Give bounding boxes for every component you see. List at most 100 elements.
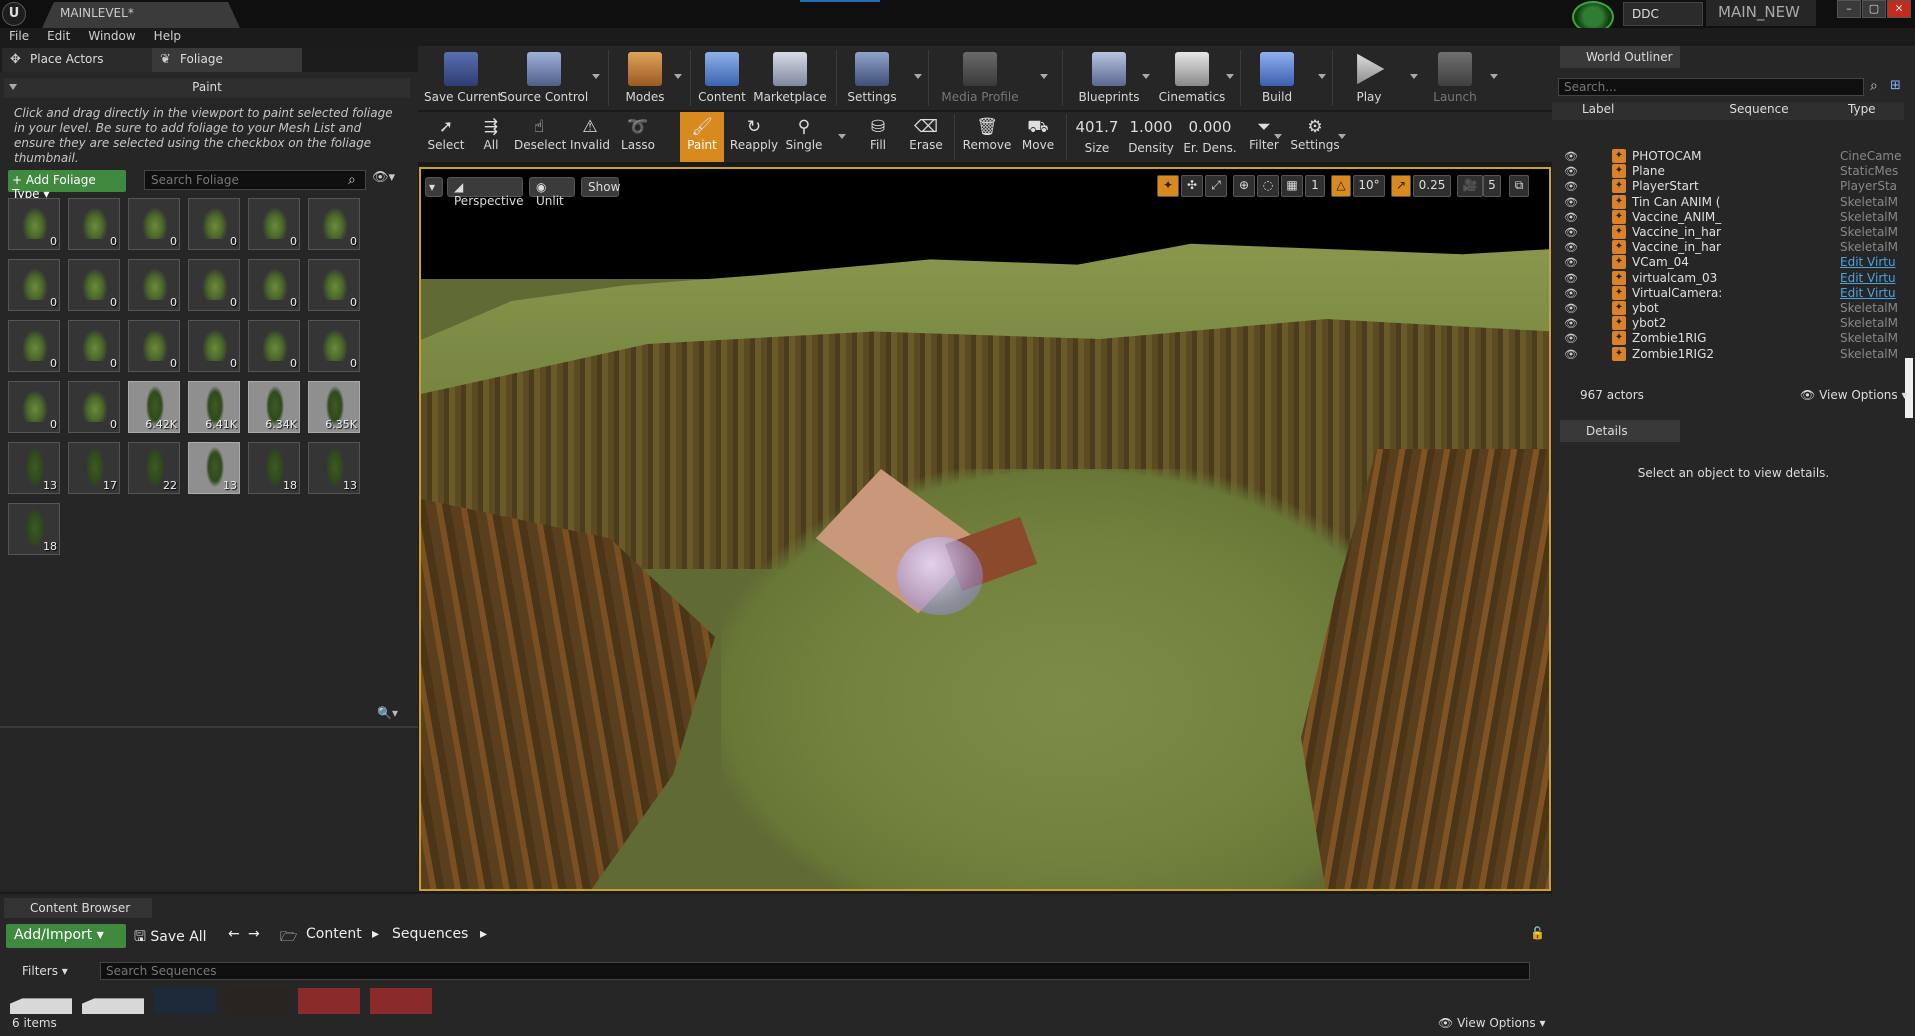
foliage-type-tile[interactable]: 0	[128, 259, 180, 311]
unreal-logo-icon[interactable]: U	[2, 2, 26, 26]
visibility-eye-icon[interactable]: 👁	[1564, 165, 1578, 178]
scale-snap-icon[interactable]: ↗	[1391, 175, 1411, 197]
select-all-button[interactable]: ⇶ All	[472, 112, 510, 162]
foliage-type-tile[interactable]: 0	[8, 320, 60, 372]
folder-icon[interactable]: 🗁	[280, 926, 297, 950]
foliage-type-tile[interactable]: 0	[248, 320, 300, 372]
foliage-type-tile[interactable]: 0	[128, 198, 180, 250]
settings-dropdown-icon[interactable]	[1338, 134, 1346, 139]
media-profile-button[interactable]: Media Profile	[934, 46, 1026, 110]
foliage-type-tile[interactable]: 0	[8, 198, 60, 250]
foliage-settings-button[interactable]: ⚙ Settings	[1286, 112, 1344, 162]
foliage-type-tile[interactable]: 18	[8, 503, 60, 555]
zoom-icon[interactable]: 🔍▾	[377, 706, 407, 722]
foliage-type-tile[interactable]: 6.35K	[308, 381, 360, 433]
foliage-type-tile[interactable]: 13	[188, 442, 240, 494]
settings-dropdown-icon[interactable]	[914, 74, 922, 79]
menu-edit[interactable]: Edit	[38, 28, 79, 44]
foliage-type-tile[interactable]: 17	[68, 442, 120, 494]
menu-file[interactable]: File	[0, 28, 38, 44]
visibility-eye-icon[interactable]: 👁	[1564, 317, 1578, 330]
foliage-type-tile[interactable]: 6.41K	[188, 381, 240, 433]
breadcrumb-sequences[interactable]: Sequences	[392, 926, 468, 942]
foliage-type-tile[interactable]: 6.42K	[128, 381, 180, 433]
outliner-search-input[interactable]: Search...	[1558, 78, 1864, 96]
single-instance-button[interactable]: ⚲ Single	[782, 112, 826, 162]
foliage-type-tile[interactable]: 13	[8, 442, 60, 494]
foliage-type-tile[interactable]: 0	[188, 320, 240, 372]
sequence-thumbnail[interactable]	[226, 988, 288, 1014]
fill-tool-button[interactable]: ⛁ Fill	[858, 112, 898, 162]
tab-details[interactable]: Details	[1560, 420, 1680, 442]
erase-density-field[interactable]: 0.000 Er. Dens.	[1180, 112, 1240, 162]
rotation-snap-icon[interactable]: △	[1331, 175, 1351, 197]
add-foliage-type-button[interactable]: + Add Foliage Type ▾	[8, 170, 126, 201]
folder-thumbnail[interactable]	[10, 998, 72, 1014]
column-sequence[interactable]: Sequence	[1714, 102, 1804, 120]
foliage-type-tile[interactable]: 22	[128, 442, 180, 494]
source-control-dropdown-icon[interactable]	[592, 74, 600, 79]
scale-snap-value[interactable]: 0.25	[1413, 175, 1451, 197]
maximize-button[interactable]: ▢	[1862, 0, 1886, 18]
forward-arrow-icon[interactable]: →	[248, 926, 260, 942]
maximize-viewport-icon[interactable]: ⧉	[1509, 175, 1529, 197]
source-control-button[interactable]: Source Control	[498, 46, 590, 110]
foliage-type-tile[interactable]: 0	[248, 259, 300, 311]
density-field[interactable]: 1.000 Density	[1126, 112, 1176, 162]
foliage-type-tile[interactable]: 0	[8, 381, 60, 433]
visibility-eye-icon[interactable]: 👁▾	[372, 170, 400, 190]
visibility-eye-icon[interactable]: 👁	[1564, 256, 1578, 269]
paint-section-header[interactable]: Paint	[4, 78, 410, 98]
breadcrumb-separator-icon[interactable]: ▸	[372, 926, 379, 942]
back-arrow-icon[interactable]: ←	[228, 926, 240, 942]
outliner-options-icon[interactable]: ⊞	[1890, 78, 1901, 93]
breadcrumb-content[interactable]: Content	[306, 926, 362, 942]
add-import-button[interactable]: Add/Import ▾	[6, 924, 126, 948]
filters-button[interactable]: Filters ▾	[22, 964, 68, 978]
move-button[interactable]: ⛟ Move	[1016, 112, 1060, 162]
play-button[interactable]: Play	[1336, 46, 1402, 110]
brush-size-field[interactable]: 401.7 Size	[1072, 112, 1122, 162]
deselect-button[interactable]: ☝ Deselect	[514, 112, 566, 162]
search-icon[interactable]: ⌕	[1870, 78, 1878, 94]
visibility-eye-icon[interactable]: 👁	[1564, 287, 1578, 300]
menu-help[interactable]: Help	[145, 28, 190, 44]
filter-dropdown-icon[interactable]	[1274, 134, 1282, 139]
content-search-input[interactable]: Search Sequences	[100, 962, 1530, 980]
grid-snap-value[interactable]: 1	[1305, 175, 1325, 197]
level-viewport[interactable]: ▾ ◢ Perspective ◉ Unlit Show ✦ ✣ ⤢ ⊕ ◌ ▦…	[419, 167, 1551, 891]
foliage-type-tile[interactable]: 0	[308, 259, 360, 311]
content-button[interactable]: Content	[694, 46, 750, 110]
visibility-eye-icon[interactable]: 👁	[1564, 348, 1578, 361]
modes-dropdown-icon[interactable]	[674, 74, 682, 79]
foliage-type-tile[interactable]: 0	[68, 259, 120, 311]
foliage-search-input[interactable]: Search Foliage	[144, 170, 366, 190]
show-button[interactable]: Show	[581, 177, 620, 197]
visibility-eye-icon[interactable]: 👁	[1564, 241, 1578, 254]
foliage-type-tile[interactable]: 0	[308, 198, 360, 250]
tab-world-outliner[interactable]: World Outliner	[1560, 46, 1680, 68]
lock-icon[interactable]: 🔓	[1530, 926, 1545, 940]
outliner-row[interactable]: 👁 ✦ Zombie1RIG2 SkeletalM	[1552, 346, 1904, 364]
outliner-view-options[interactable]: 👁 View Options ▾	[1800, 388, 1908, 402]
foliage-type-tile[interactable]: 0	[128, 320, 180, 372]
play-dropdown-icon[interactable]	[1410, 74, 1418, 79]
cinematics-dropdown-icon[interactable]	[1226, 74, 1234, 79]
minimize-button[interactable]: –	[1837, 0, 1861, 18]
foliage-type-tile[interactable]: 0	[308, 320, 360, 372]
foliage-type-tile[interactable]: 13	[308, 442, 360, 494]
sequence-thumbnail[interactable]	[154, 988, 216, 1014]
surface-snap-icon[interactable]: ◌	[1257, 175, 1279, 197]
visibility-eye-icon[interactable]: 👁	[1564, 272, 1578, 285]
realtime-icon[interactable]: ✦	[1157, 175, 1179, 197]
scale-icon[interactable]: ⤢	[1205, 175, 1227, 197]
select-invalid-button[interactable]: ⚠ Invalid	[568, 112, 612, 162]
marketplace-button[interactable]: Marketplace	[750, 46, 830, 110]
foliage-type-tile[interactable]: 0	[68, 320, 120, 372]
reapply-tool-button[interactable]: ↻ Reapply	[728, 112, 780, 162]
paint-tool-button[interactable]: 🖌 Paint	[680, 112, 724, 162]
media-profile-dropdown-icon[interactable]	[1040, 74, 1048, 79]
content-view-options[interactable]: 👁 View Options ▾	[1438, 1016, 1546, 1030]
save-all-button[interactable]: 🖫 Save All	[134, 926, 207, 950]
column-label[interactable]: Label	[1580, 102, 1660, 120]
